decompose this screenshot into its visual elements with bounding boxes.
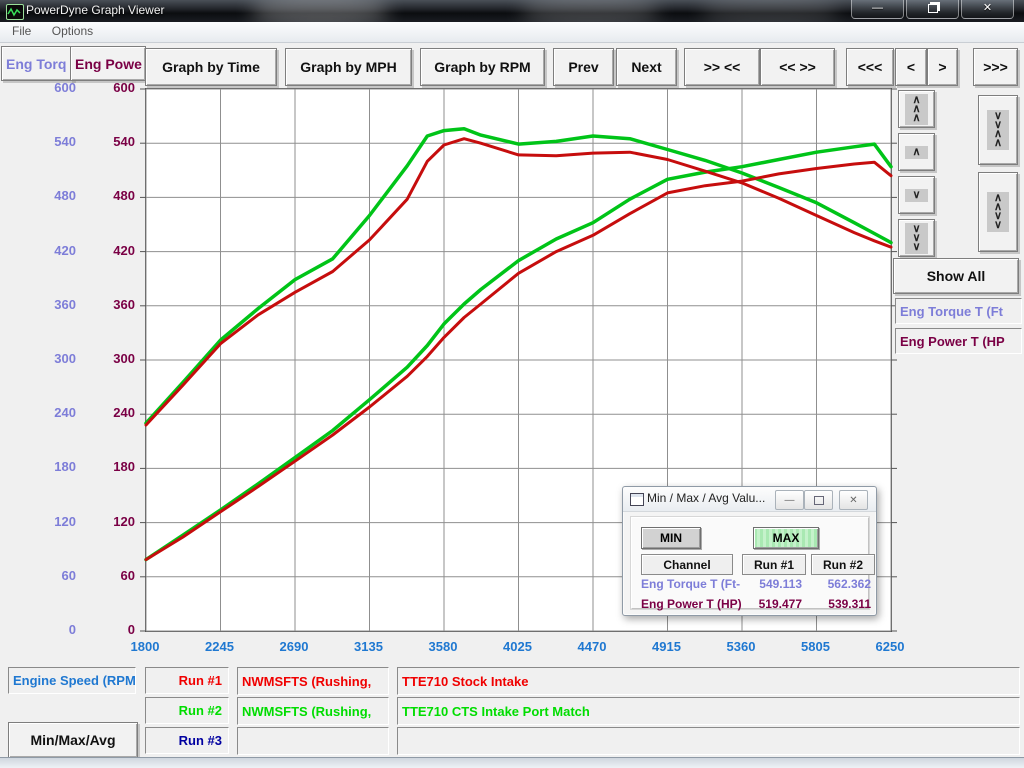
- minmax-minimize-button[interactable]: —: [775, 490, 804, 510]
- powerdyne-window: PowerDyne Graph Viewer — ✕ File Options …: [0, 0, 1024, 768]
- torque-channel-label[interactable]: Eng Torque T (Ft: [895, 298, 1022, 324]
- y-axis-power-channel-button[interactable]: Eng Powe: [70, 46, 146, 81]
- x-axis-channel-button[interactable]: Engine Speed (RPM: [8, 667, 136, 694]
- glass-highlight: [520, 0, 660, 22]
- run1-label: Run #1: [145, 667, 229, 694]
- axis-tick-label: 360: [85, 297, 135, 313]
- scroll-down-fast-button[interactable]: ∨∨∨: [898, 219, 935, 257]
- axis-tick-label: 5360: [713, 639, 769, 655]
- show-all-button[interactable]: Show All: [893, 258, 1019, 294]
- max-toggle-button[interactable]: MAX: [753, 527, 819, 549]
- zoom-in-horizontal-button[interactable]: >> <<: [684, 48, 760, 86]
- axis-tick-label: 0: [26, 622, 76, 638]
- axis-tick-label: 180: [26, 459, 76, 475]
- scroll-left-fast-button[interactable]: <<<: [846, 48, 894, 86]
- axis-tick-label: 600: [85, 80, 135, 96]
- run3-label: Run #3: [145, 727, 229, 754]
- scroll-right-fast-button[interactable]: >>>: [973, 48, 1018, 86]
- zoom-out-horizontal-button[interactable]: << >>: [760, 48, 835, 86]
- axis-tick-label: 540: [26, 134, 76, 150]
- axis-tick-label: 240: [26, 405, 76, 421]
- table-cell-torque-run1-max: 549.113: [742, 577, 802, 591]
- run3-file-field[interactable]: [237, 727, 389, 755]
- y-axis-torque-channel-button[interactable]: Eng Torq: [1, 46, 74, 81]
- scroll-right-button[interactable]: >: [927, 48, 958, 86]
- glass-highlight: [700, 0, 840, 22]
- axis-tick-label: 3135: [341, 639, 397, 655]
- axis-tick-label: 60: [85, 568, 135, 584]
- minmax-window-icon: [630, 493, 644, 506]
- minimize-button[interactable]: —: [851, 0, 904, 19]
- axis-tick-label: 6250: [862, 639, 918, 655]
- axis-tick-label: 4025: [490, 639, 546, 655]
- menu-file[interactable]: File: [4, 22, 39, 40]
- table-cell-power-run1-max: 519.477: [742, 597, 802, 611]
- axis-tick-label: 4915: [639, 639, 695, 655]
- axis-tick-label: 600: [26, 80, 76, 96]
- axis-tick-label: 5805: [788, 639, 844, 655]
- window-bottom-edge: [0, 757, 1024, 768]
- minmax-restore-button[interactable]: [804, 490, 833, 510]
- menu-bar: File Options: [0, 22, 1024, 43]
- axis-tick-label: 420: [26, 243, 76, 259]
- app-icon: [6, 4, 24, 20]
- axis-tick-label: 2690: [266, 639, 322, 655]
- graph-by-rpm-button[interactable]: Graph by RPM: [420, 48, 545, 86]
- minmax-window-title: Min / Max / Avg Valu...: [647, 491, 765, 505]
- run1-file-field[interactable]: NWMSFTS (Rushing,: [237, 667, 389, 695]
- title-bar[interactable]: PowerDyne Graph Viewer — ✕: [0, 0, 1024, 22]
- axis-tick-label: 540: [85, 134, 135, 150]
- axis-tick-label: 480: [85, 188, 135, 204]
- minmax-close-button[interactable]: ✕: [839, 490, 868, 510]
- axis-tick-label: 420: [85, 243, 135, 259]
- axis-tick-label: 300: [85, 351, 135, 367]
- power-channel-label[interactable]: Eng Power T (HP: [895, 328, 1022, 354]
- axis-tick-label: 2245: [192, 639, 248, 655]
- scroll-up-button[interactable]: ∧: [898, 133, 935, 171]
- zoom-out-vertical-button[interactable]: ∧∧∨∨: [978, 172, 1018, 252]
- minmaxavg-button[interactable]: Min/Max/Avg: [8, 722, 138, 758]
- axis-tick-label: 0: [85, 622, 135, 638]
- axis-tick-label: 360: [26, 297, 76, 313]
- axis-tick-label: 300: [26, 351, 76, 367]
- scroll-left-button[interactable]: <: [895, 48, 927, 86]
- scroll-down-button[interactable]: ∨: [898, 176, 935, 214]
- window-title: PowerDyne Graph Viewer: [26, 3, 165, 17]
- run2-label: Run #2: [145, 697, 229, 724]
- table-cell-power-channel: Eng Power T (HP): [641, 597, 745, 611]
- axis-tick-label: 1800: [117, 639, 173, 655]
- prev-button[interactable]: Prev: [553, 48, 614, 86]
- axis-tick-label: 120: [85, 514, 135, 530]
- min-toggle-button[interactable]: MIN: [641, 527, 701, 549]
- minmax-values-window: Min / Max / Avg Valu... — ✕ MIN MAX Chan…: [622, 486, 877, 616]
- next-button[interactable]: Next: [616, 48, 677, 86]
- axis-tick-label: 60: [26, 568, 76, 584]
- table-cell-power-run2-max: 539.311: [811, 597, 871, 611]
- column-header-run2[interactable]: Run #2: [811, 554, 875, 575]
- axis-tick-label: 4470: [564, 639, 620, 655]
- axis-tick-label: 120: [26, 514, 76, 530]
- axis-tick-label: 480: [26, 188, 76, 204]
- axis-tick-label: 3580: [415, 639, 471, 655]
- minmax-title-bar[interactable]: Min / Max / Avg Valu... — ✕: [623, 487, 876, 512]
- restore-button[interactable]: [906, 0, 959, 19]
- run2-description-field[interactable]: TTE710 CTS Intake Port Match: [397, 697, 1020, 725]
- menu-options[interactable]: Options: [44, 22, 101, 40]
- graph-by-time-button[interactable]: Graph by Time: [145, 48, 277, 86]
- column-header-run1[interactable]: Run #1: [742, 554, 806, 575]
- axis-tick-label: 180: [85, 459, 135, 475]
- close-button[interactable]: ✕: [961, 0, 1014, 19]
- glass-highlight: [250, 0, 390, 22]
- scroll-up-fast-button[interactable]: ∧∧∧: [898, 90, 935, 128]
- run3-description-field[interactable]: [397, 727, 1020, 755]
- graph-by-mph-button[interactable]: Graph by MPH: [285, 48, 412, 86]
- run1-description-field[interactable]: TTE710 Stock Intake: [397, 667, 1020, 695]
- column-header-channel[interactable]: Channel: [641, 554, 733, 575]
- zoom-in-vertical-button[interactable]: ∨∨∧∧: [978, 95, 1018, 165]
- table-cell-torque-channel: Eng Torque T (Ft-: [641, 577, 741, 591]
- axis-tick-label: 240: [85, 405, 135, 421]
- run2-file-field[interactable]: NWMSFTS (Rushing,: [237, 697, 389, 725]
- table-cell-torque-run2-max: 562.362: [811, 577, 871, 591]
